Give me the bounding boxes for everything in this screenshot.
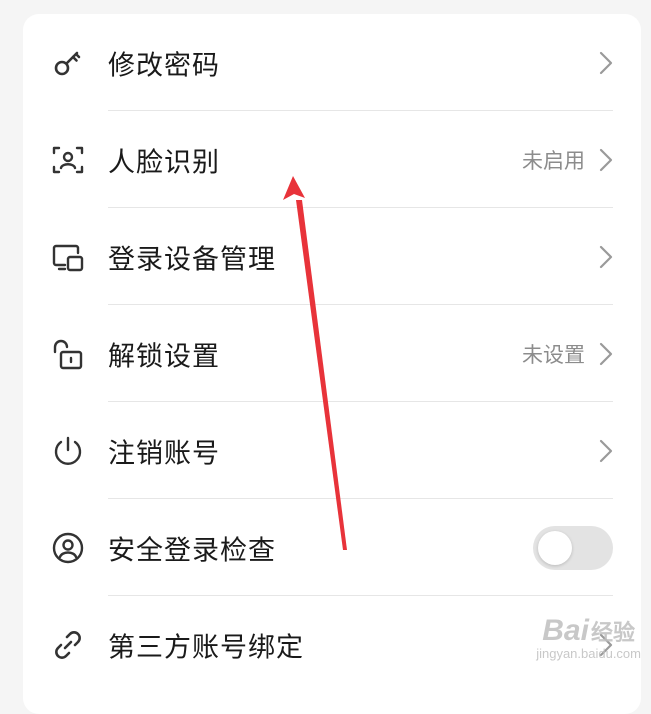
settings-item-face-recognition[interactable]: 人脸识别 未启用 [23,111,641,208]
settings-item-label: 注销账号 [108,438,220,469]
toggle-knob [538,530,572,565]
key-icon [51,46,85,80]
user-circle-icon [51,531,85,565]
settings-item-label: 解锁设置 [108,341,220,372]
settings-item-third-party-binding[interactable]: 第三方账号绑定 [23,596,641,693]
settings-item-label: 第三方账号绑定 [108,632,304,663]
status-text: 未启用 [522,148,585,173]
chevron-right-icon [599,633,613,657]
settings-item-change-password[interactable]: 修改密码 [23,14,641,111]
chevron-right-icon [599,245,613,269]
status-text: 未设置 [522,342,585,367]
settings-item-label: 修改密码 [108,50,220,81]
secure-login-toggle[interactable] [533,525,613,570]
chevron-right-icon [599,439,613,463]
settings-item-device-management[interactable]: 登录设备管理 [23,208,641,305]
devices-icon [51,240,85,274]
chevron-right-icon [599,51,613,75]
settings-item-delete-account[interactable]: 注销账号 [23,402,641,499]
unlock-icon [51,337,85,371]
settings-item-label: 人脸识别 [108,147,220,178]
face-scan-icon [51,143,85,177]
link-icon [51,628,85,662]
settings-item-label: 安全登录检查 [108,535,276,566]
settings-item-unlock-settings[interactable]: 解锁设置 未设置 [23,305,641,402]
settings-item-label: 登录设备管理 [108,244,276,275]
settings-item-secure-login-check: 安全登录检查 [23,499,641,596]
chevron-right-icon [599,342,613,366]
chevron-right-icon [599,148,613,172]
power-icon [51,434,85,468]
security-settings-card: 修改密码 人脸识别 未启用 登录设备管理 解锁设置 未设置 注销账号 安全登录检… [23,14,641,714]
